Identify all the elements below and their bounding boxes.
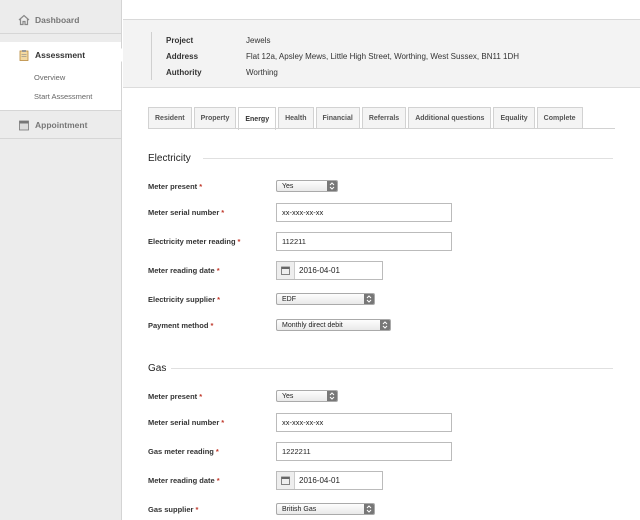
electricity-section-title: Electricity (148, 153, 191, 164)
electricity-supplier-label: Electricity supplier * (148, 295, 221, 304)
payment-method-select[interactable]: Monthly direct debit (276, 319, 391, 331)
tab-property[interactable]: Property (193, 107, 237, 129)
top-strip (123, 0, 640, 20)
section-divider (171, 368, 613, 369)
electricity-meter-present-select[interactable]: Yes (276, 180, 338, 192)
sidebar-item-assessment[interactable]: Assessment (0, 42, 128, 68)
address-value: Flat 12a, Apsley Mews, Little High Stree… (246, 51, 520, 61)
authority-label: Authority (166, 67, 202, 77)
calendar-icon[interactable] (277, 262, 295, 279)
address-label: Address (166, 51, 199, 61)
electricity-date-input[interactable]: 2016-04-01 (276, 261, 383, 280)
subnav-item-start-assessment[interactable]: Start Assessment (0, 87, 121, 106)
assessment-subnav: Overview Start Assessment (0, 68, 121, 111)
gas-reading-input[interactable]: 1222211 (276, 442, 452, 461)
gas-section-title: Gas (148, 363, 167, 374)
electricity-serial-input[interactable]: xx-xxx-xx-xx (276, 203, 452, 222)
tab-health[interactable]: Health (278, 107, 314, 129)
authority-value: Worthing (246, 67, 278, 77)
project-details: Project Jewels Address Flat 12a, Apsley Me… (151, 32, 640, 80)
select-arrows-icon (327, 391, 337, 401)
gas-date-value: 2016-04-01 (299, 476, 340, 485)
tab-financial[interactable]: Financial (315, 107, 360, 129)
tab-additional-questions[interactable]: Additional questions (408, 107, 492, 129)
select-arrows-icon (364, 504, 374, 514)
electricity-date-label: Meter reading date * (148, 266, 220, 275)
tab-energy[interactable]: Energy (238, 107, 277, 130)
tab-referrals[interactable]: Referrals (361, 107, 407, 129)
electricity-supplier-select[interactable]: EDF (276, 293, 375, 305)
home-icon (18, 14, 30, 26)
gas-serial-input[interactable]: xx-xxx-xx-xx (276, 413, 452, 432)
sidebar-item-label: Appointment (35, 119, 88, 130)
electricity-date-value: 2016-04-01 (299, 266, 340, 275)
gas-reading-label: Gas meter reading * (148, 447, 219, 456)
tab-equality[interactable]: Equality (493, 107, 535, 129)
select-arrows-icon (327, 181, 337, 191)
sidebar-item-label: Dashboard (35, 14, 80, 25)
payment-method-label: Payment method * (148, 321, 214, 330)
sidebar: Dashboard Assessment Overview Start Asse… (0, 0, 128, 520)
select-arrows-icon (364, 294, 374, 304)
gas-meter-present-label: Meter present * (148, 392, 203, 401)
gas-supplier-select[interactable]: British Gas (276, 503, 375, 515)
electricity-meter-present-label: Meter present * (148, 182, 203, 191)
calendar-icon[interactable] (277, 472, 295, 489)
gas-supplier-label: Gas supplier * (148, 505, 199, 514)
sidebar-item-appointment[interactable]: Appointment (0, 111, 121, 139)
gas-date-label: Meter reading date * (148, 476, 220, 485)
project-value: Jewels (246, 35, 271, 45)
tab-resident[interactable]: Resident (148, 107, 192, 129)
sidebar-item-dashboard[interactable]: Dashboard (0, 0, 121, 34)
tab-complete[interactable]: Complete (536, 107, 583, 129)
main-content: Project Jewels Address Flat 12a, Apsley Me… (123, 0, 640, 520)
gas-meter-present-select[interactable]: Yes (276, 390, 338, 402)
section-divider (203, 158, 613, 159)
assessment-tabs: Resident Property Energy Health Financia… (148, 107, 585, 130)
subnav-item-overview[interactable]: Overview (0, 68, 121, 87)
calendar-icon (18, 119, 30, 131)
electricity-reading-label: Electricity meter reading * (148, 237, 241, 246)
project-label: Project (166, 35, 194, 45)
project-header: Project Jewels Address Flat 12a, Apsley Me… (123, 20, 640, 88)
clipboard-icon (18, 49, 30, 61)
electricity-serial-label: Meter serial number * (148, 208, 225, 217)
select-arrows-icon (380, 320, 390, 330)
tabs-divider (148, 128, 615, 129)
electricity-reading-input[interactable]: 112211 (276, 232, 452, 251)
gas-serial-label: Meter serial number * (148, 418, 225, 427)
sidebar-item-label: Assessment (35, 50, 86, 60)
gas-date-input[interactable]: 2016-04-01 (276, 471, 383, 490)
